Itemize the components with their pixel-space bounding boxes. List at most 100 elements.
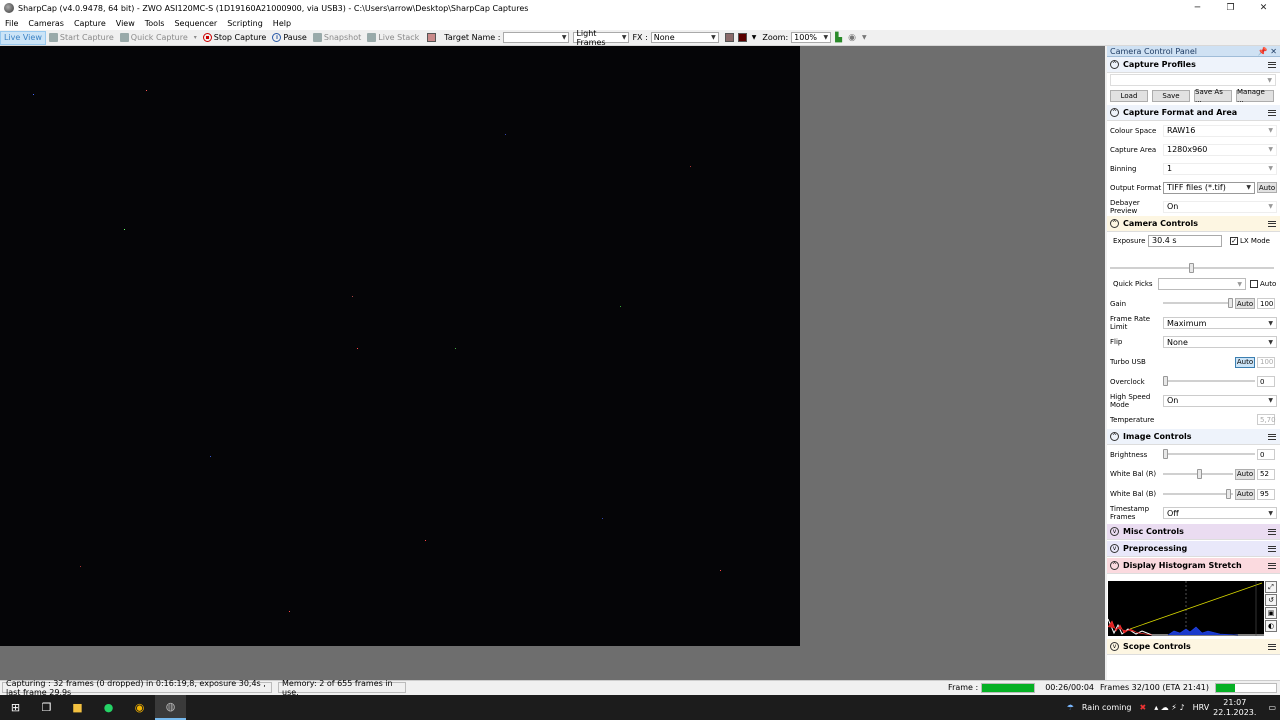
section-scope-controls[interactable]: v Scope Controls: [1107, 639, 1280, 655]
language-indicator[interactable]: HRV: [1193, 703, 1210, 712]
high-speed-select[interactable]: On ▼: [1163, 394, 1277, 407]
collapse-icon[interactable]: ^: [1110, 108, 1119, 117]
menu-icon[interactable]: [1268, 643, 1276, 650]
turbo-usb-input[interactable]: 100: [1257, 356, 1275, 368]
menu-view[interactable]: View: [111, 19, 140, 28]
load-button[interactable]: Load: [1110, 90, 1148, 102]
menu-icon[interactable]: [1268, 220, 1276, 227]
section-image-controls[interactable]: ^ Image Controls: [1107, 429, 1280, 445]
zoom-select[interactable]: 100% ▼: [791, 32, 832, 43]
colour-swatch-icon[interactable]: [724, 33, 734, 42]
pause-button[interactable]: ॥ Pause: [269, 31, 310, 45]
menu-icon[interactable]: [1268, 545, 1276, 552]
menu-tools[interactable]: Tools: [140, 19, 170, 28]
menu-icon[interactable]: [1268, 528, 1276, 535]
section-capture-format[interactable]: ^ Capture Format and Area: [1107, 105, 1280, 121]
turbo-usb-slider[interactable]: [1163, 357, 1233, 368]
section-camera-controls[interactable]: ^ Camera Controls: [1107, 216, 1280, 232]
capture-area-select[interactable]: 1280x960 ▼: [1163, 143, 1277, 156]
zoom-icon[interactable]: ⤢: [1265, 581, 1277, 593]
minimize-button[interactable]: ─: [1181, 0, 1214, 16]
output-format-select[interactable]: TIFF files (*.tif) ▼: [1163, 181, 1255, 194]
menu-help[interactable]: Help: [268, 19, 296, 28]
menu-icon[interactable]: [1268, 61, 1276, 68]
reset-icon[interactable]: ↺: [1265, 594, 1277, 606]
histogram-toggle[interactable]: [422, 31, 441, 45]
menu-icon[interactable]: [1268, 109, 1276, 116]
wb-red-auto-button[interactable]: Auto: [1235, 468, 1255, 480]
wb-red-slider[interactable]: [1163, 468, 1233, 480]
overclock-slider[interactable]: [1163, 376, 1255, 387]
overclock-input[interactable]: 0: [1257, 376, 1275, 387]
colour-swatch-icon[interactable]: [737, 33, 747, 42]
wb-blue-input[interactable]: 95: [1257, 488, 1275, 500]
debayer-select[interactable]: On ▼: [1163, 200, 1277, 213]
wb-blue-auto-button[interactable]: Auto: [1235, 488, 1255, 500]
section-capture-profiles[interactable]: ^ Capture Profiles: [1107, 57, 1280, 73]
expand-icon[interactable]: v: [1110, 544, 1119, 553]
colour-space-select[interactable]: RAW16 ▼: [1163, 124, 1277, 137]
menu-file[interactable]: File: [0, 19, 23, 28]
expand-icon[interactable]: v: [1110, 527, 1119, 536]
maximize-button[interactable]: ❐: [1214, 0, 1247, 16]
pin-icon[interactable]: 📌 ✕: [1258, 47, 1277, 56]
gain-auto-button[interactable]: Auto: [1235, 298, 1255, 309]
section-preprocessing[interactable]: v Preprocessing: [1107, 541, 1280, 557]
collapse-icon[interactable]: ^: [1110, 60, 1119, 69]
lx-mode-checkbox[interactable]: ✓ LX Mode: [1230, 236, 1270, 245]
contrast-icon[interactable]: ◐: [1265, 620, 1277, 632]
collapse-icon[interactable]: ^: [1110, 561, 1119, 570]
wb-blue-slider[interactable]: [1163, 488, 1233, 500]
profile-select[interactable]: ▼: [1110, 74, 1276, 86]
menu-icon[interactable]: [1268, 433, 1276, 440]
manage-button[interactable]: Manage ...: [1236, 88, 1274, 104]
zoom-icon[interactable]: ◉: [848, 33, 856, 43]
gain-slider[interactable]: [1163, 298, 1233, 309]
gain-input[interactable]: 100: [1257, 298, 1275, 309]
collapse-icon[interactable]: ^: [1110, 219, 1119, 228]
output-auto-button[interactable]: Auto: [1257, 182, 1277, 193]
chevron-down-icon[interactable]: ▾: [194, 34, 197, 41]
collapse-icon[interactable]: ^: [1110, 432, 1119, 441]
wb-red-input[interactable]: 52: [1257, 468, 1275, 480]
histogram-chart-icon[interactable]: ▙: [835, 33, 842, 43]
windows-start-icon[interactable]: ⊞: [0, 695, 31, 720]
weather-icon[interactable]: ☂: [1067, 703, 1074, 712]
live-view-button[interactable]: Live View: [0, 30, 46, 45]
brightness-input[interactable]: 0: [1257, 449, 1275, 460]
quick-capture-button[interactable]: Quick Capture ▾: [117, 31, 200, 45]
menu-capture[interactable]: Capture: [69, 19, 111, 28]
chrome-icon[interactable]: ◉: [124, 695, 155, 720]
brightness-slider[interactable]: [1163, 449, 1255, 460]
sharpcap-taskbar-icon[interactable]: ◍: [155, 695, 186, 720]
turbo-auto-button[interactable]: Auto: [1235, 356, 1255, 368]
clock[interactable]: 21:07 22.1.2023.: [1213, 698, 1256, 718]
start-capture-button[interactable]: Start Capture: [46, 31, 117, 45]
close-button[interactable]: ✕: [1247, 0, 1280, 16]
section-misc-controls[interactable]: v Misc Controls: [1107, 524, 1280, 540]
exposure-input[interactable]: 30.4 s: [1148, 234, 1222, 247]
timestamp-select[interactable]: Off ▼: [1163, 507, 1277, 519]
histogram-display[interactable]: [1108, 581, 1264, 636]
weather-text[interactable]: Rain coming: [1082, 703, 1132, 712]
frame-rate-select[interactable]: Maximum ▼: [1163, 317, 1277, 329]
live-stack-button[interactable]: Live Stack: [364, 31, 422, 45]
expand-icon[interactable]: v: [1110, 642, 1119, 651]
menu-icon[interactable]: [1268, 562, 1276, 569]
chevron-down-icon[interactable]: ▼: [752, 34, 757, 41]
save-button[interactable]: Save: [1152, 90, 1190, 102]
menu-sequencer[interactable]: Sequencer: [169, 19, 222, 28]
whatsapp-icon[interactable]: ●: [93, 695, 124, 720]
binning-select[interactable]: 1 ▼: [1163, 162, 1277, 175]
fx-select[interactable]: None ▼: [650, 32, 719, 43]
frame-type-select[interactable]: Light Frames ▼: [573, 29, 630, 47]
quick-picks-select[interactable]: ▼: [1158, 278, 1246, 290]
task-view-icon[interactable]: ❐: [31, 695, 62, 720]
tray-icons[interactable]: ▴ ☁ ⚡ ♪: [1154, 703, 1184, 712]
menu-scripting[interactable]: Scripting: [222, 19, 268, 28]
quick-auto-checkbox[interactable]: Auto: [1250, 280, 1276, 288]
menu-cameras[interactable]: Cameras: [23, 19, 69, 28]
snapshot-button[interactable]: Snapshot: [310, 31, 364, 45]
save-as-button[interactable]: Save As ...: [1194, 88, 1232, 104]
antivirus-icon[interactable]: ✖: [1139, 703, 1146, 712]
